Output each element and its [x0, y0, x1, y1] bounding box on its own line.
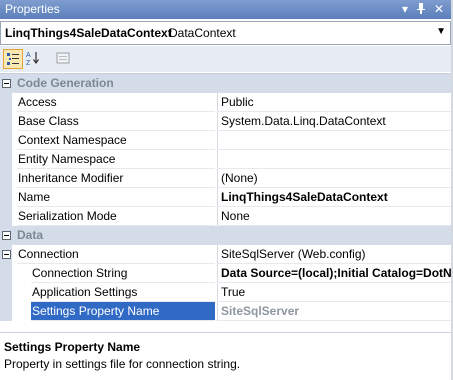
description-title: Settings Property Name	[4, 340, 141, 354]
property-value[interactable]: Public	[217, 93, 451, 112]
property-value[interactable]: System.Data.Linq.DataContext	[217, 112, 451, 131]
property-row[interactable]: Inheritance Modifier (None)	[0, 169, 451, 188]
property-value[interactable]: Data Source=(local);Initial Catalog=DotN…	[217, 264, 451, 283]
property-name: Entity Namespace	[17, 150, 215, 169]
property-name: Base Class	[17, 112, 215, 131]
property-name: Settings Property Name	[31, 302, 215, 321]
row-gutter	[0, 112, 12, 131]
row-gutter	[0, 131, 12, 150]
row-gutter	[0, 93, 12, 112]
close-icon[interactable]: ✕	[432, 1, 446, 17]
row-gutter	[0, 150, 12, 169]
property-value[interactable]	[217, 131, 451, 150]
svg-text:A: A	[26, 52, 31, 59]
properties-toolbar: A Z	[0, 46, 451, 72]
property-name: Connection String	[31, 264, 215, 283]
categorized-button[interactable]	[3, 49, 23, 69]
auto-hide-pin-icon[interactable]	[414, 1, 428, 17]
property-value[interactable]: (None)	[217, 169, 451, 188]
property-value[interactable]	[217, 150, 451, 169]
property-row[interactable]: Application Settings True	[0, 283, 451, 302]
property-name: Serialization Mode	[17, 207, 215, 226]
properties-title-bar: Properties ▾ ✕	[0, 0, 453, 19]
row-gutter	[0, 283, 12, 302]
property-row[interactable]: Context Namespace	[0, 131, 451, 150]
category-label: Code Generation	[17, 76, 114, 90]
window-title: Properties	[5, 2, 60, 16]
property-value[interactable]: None	[217, 207, 451, 226]
dropdown-arrow-icon: ▼	[436, 26, 446, 37]
object-selector-dropdown[interactable]: LinqThings4SaleDataContext DataContext ▼	[0, 21, 451, 45]
alphabetical-sort-icon: A Z	[26, 52, 39, 67]
row-gutter	[0, 245, 12, 264]
property-row[interactable]: Connection String Data Source=(local);In…	[0, 264, 451, 283]
property-name: Inheritance Modifier	[17, 169, 215, 188]
row-gutter	[0, 169, 12, 188]
row-gutter	[0, 302, 12, 321]
category-data[interactable]: Data	[0, 226, 451, 245]
property-row-connection[interactable]: Connection SiteSqlServer (Web.config)	[0, 245, 451, 264]
collapse-toggle-icon[interactable]	[2, 79, 11, 88]
collapse-toggle-icon[interactable]	[2, 250, 11, 259]
selected-object-name: LinqThings4SaleDataContext	[5, 26, 172, 40]
property-pages-button[interactable]	[54, 49, 74, 69]
category-code-generation[interactable]: Code Generation	[0, 74, 451, 93]
selected-object-type: DataContext	[169, 26, 236, 40]
description-pane: Settings Property Name Property in setti…	[0, 332, 451, 380]
row-gutter	[0, 207, 12, 226]
property-name: Name	[17, 188, 215, 207]
row-gutter	[0, 264, 12, 283]
property-value[interactable]: SiteSqlServer (Web.config)	[217, 245, 451, 264]
property-name: Connection	[17, 245, 215, 264]
property-value[interactable]: True	[217, 283, 451, 302]
description-text: Property in settings file for connection…	[4, 357, 241, 371]
categorized-icon	[7, 53, 19, 65]
row-gutter	[0, 188, 12, 207]
collapse-toggle-icon[interactable]	[2, 231, 11, 240]
window-menu-dropdown-icon[interactable]: ▾	[398, 1, 412, 17]
alphabetical-button[interactable]: A Z	[24, 49, 44, 69]
property-row[interactable]: Entity Namespace	[0, 150, 451, 169]
category-label: Data	[17, 228, 44, 242]
svg-text:Z: Z	[26, 60, 31, 67]
property-value[interactable]: LinqThings4SaleDataContext	[217, 188, 451, 207]
property-row-selected[interactable]: Settings Property Name SiteSqlServer	[0, 302, 451, 321]
property-row[interactable]: Serialization Mode None	[0, 207, 451, 226]
property-grid: Code Generation Access Public Base Class…	[0, 73, 451, 322]
property-row[interactable]: Name LinqThings4SaleDataContext	[0, 188, 451, 207]
property-row[interactable]: Base Class System.Data.Linq.DataContext	[0, 112, 451, 131]
property-name: Application Settings	[31, 283, 215, 302]
pin-icon	[417, 3, 425, 14]
property-pages-icon	[56, 52, 70, 64]
property-name: Context Namespace	[17, 131, 215, 150]
property-row[interactable]: Access Public	[0, 93, 451, 112]
property-name: Access	[17, 93, 215, 112]
property-value[interactable]: SiteSqlServer	[217, 302, 451, 321]
